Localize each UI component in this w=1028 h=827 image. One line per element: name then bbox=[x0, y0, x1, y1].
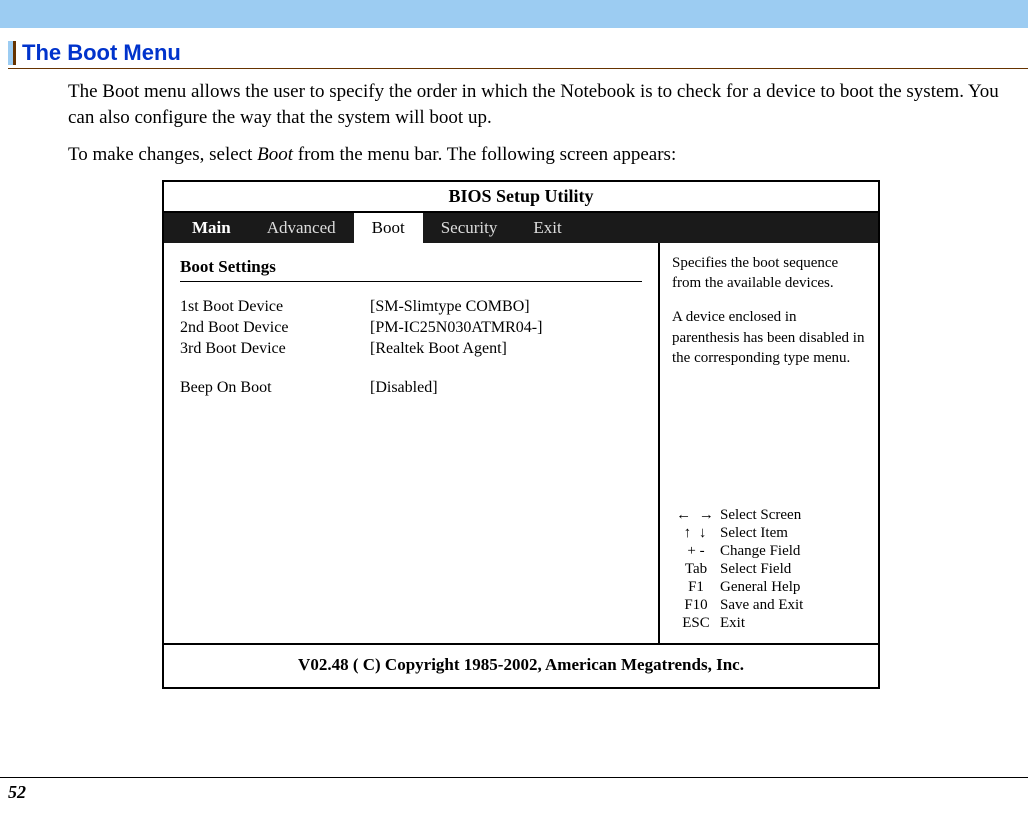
setting-value: [SM-Slimtype COMBO] bbox=[370, 298, 642, 316]
setting-label: 3rd Boot Device bbox=[180, 340, 370, 358]
key-row: Tab Select Field bbox=[672, 561, 866, 578]
section-bar-decoration bbox=[8, 41, 16, 65]
key-row: ↑ ↓ Select Item bbox=[672, 525, 866, 542]
setting-value: [Realtek Boot Agent] bbox=[370, 340, 642, 358]
key-desc: Select Field bbox=[720, 561, 866, 578]
bios-footer: V02.48 ( C) Copyright 1985-2002, America… bbox=[164, 643, 878, 687]
bios-screenshot: BIOS Setup Utility Main Advanced Boot Se… bbox=[162, 180, 880, 689]
paragraph-1: The Boot menu allows the user to specify… bbox=[68, 79, 1022, 130]
settings-grid: 1st Boot Device [SM-Slimtype COMBO] 2nd … bbox=[180, 298, 642, 397]
body-text: The Boot menu allows the user to specify… bbox=[8, 75, 1028, 168]
top-bar bbox=[0, 0, 1028, 28]
key-row: F10 Save and Exit bbox=[672, 597, 866, 614]
key-f1: F1 bbox=[672, 579, 720, 596]
tab-security[interactable]: Security bbox=[423, 213, 516, 243]
setting-value: [Disabled] bbox=[370, 379, 642, 397]
tab-boot[interactable]: Boot bbox=[354, 213, 423, 243]
key-row: + - Change Field bbox=[672, 543, 866, 560]
setting-label: Beep On Boot bbox=[180, 379, 370, 397]
key-plus-minus: + - bbox=[672, 543, 720, 560]
key-esc: ESC bbox=[672, 615, 720, 632]
p2-part-b: from the menu bar. The following screen … bbox=[293, 144, 676, 165]
p2-part-a: To make changes, select bbox=[68, 144, 257, 165]
boot-settings-title: Boot Settings bbox=[180, 257, 642, 282]
key-desc: Select Screen bbox=[720, 507, 866, 524]
key-legend: ← → Select Screen ↑ ↓ Select Item + - Ch… bbox=[672, 507, 866, 633]
setting-value: [PM-IC25N030ATMR04-] bbox=[370, 319, 642, 337]
key-tab: Tab bbox=[672, 561, 720, 578]
paragraph-2: To make changes, select Boot from the me… bbox=[68, 142, 1022, 168]
key-row: ← → Select Screen bbox=[672, 507, 866, 524]
tab-main[interactable]: Main bbox=[164, 213, 249, 243]
bios-right-panel: Specifies the boot sequence from the ava… bbox=[660, 243, 878, 643]
setting-row[interactable]: 1st Boot Device [SM-Slimtype COMBO] bbox=[180, 298, 642, 316]
key-f10: F10 bbox=[672, 597, 720, 614]
bios-body: Boot Settings 1st Boot Device [SM-Slimty… bbox=[164, 243, 878, 643]
key-row: ESC Exit bbox=[672, 615, 866, 632]
bios-title: BIOS Setup Utility bbox=[164, 182, 878, 213]
help-p1: Specifies the boot sequence from the ava… bbox=[672, 253, 866, 294]
key-row: F1 General Help bbox=[672, 579, 866, 596]
key-desc: Save and Exit bbox=[720, 597, 866, 614]
help-p2: A device enclosed in parenthesis has bee… bbox=[672, 307, 866, 368]
page-number: 52 bbox=[8, 782, 26, 802]
bios-tabs: Main Advanced Boot Security Exit bbox=[164, 213, 878, 243]
section-heading: The Boot Menu bbox=[8, 40, 1028, 69]
tab-exit[interactable]: Exit bbox=[515, 213, 579, 243]
section-title: The Boot Menu bbox=[22, 40, 181, 66]
gap bbox=[180, 361, 642, 379]
bios-left-panel: Boot Settings 1st Boot Device [SM-Slimty… bbox=[164, 243, 660, 643]
key-desc: Exit bbox=[720, 615, 866, 632]
setting-row[interactable]: 2nd Boot Device [PM-IC25N030ATMR04-] bbox=[180, 319, 642, 337]
setting-row-beep[interactable]: Beep On Boot [Disabled] bbox=[180, 379, 642, 397]
key-arrows-ud-icon: ↑ ↓ bbox=[672, 525, 720, 542]
setting-label: 1st Boot Device bbox=[180, 298, 370, 316]
setting-label: 2nd Boot Device bbox=[180, 319, 370, 337]
key-arrows-lr-icon: ← → bbox=[672, 507, 720, 524]
setting-row[interactable]: 3rd Boot Device [Realtek Boot Agent] bbox=[180, 340, 642, 358]
key-desc: Select Item bbox=[720, 525, 866, 542]
help-text: Specifies the boot sequence from the ava… bbox=[672, 253, 866, 382]
tab-advanced[interactable]: Advanced bbox=[249, 213, 354, 243]
key-desc: Change Field bbox=[720, 543, 866, 560]
page-footer: 52 bbox=[0, 777, 1028, 803]
key-desc: General Help bbox=[720, 579, 866, 596]
p2-italic: Boot bbox=[257, 144, 293, 165]
page-content: The Boot Menu The Boot menu allows the u… bbox=[0, 28, 1028, 689]
